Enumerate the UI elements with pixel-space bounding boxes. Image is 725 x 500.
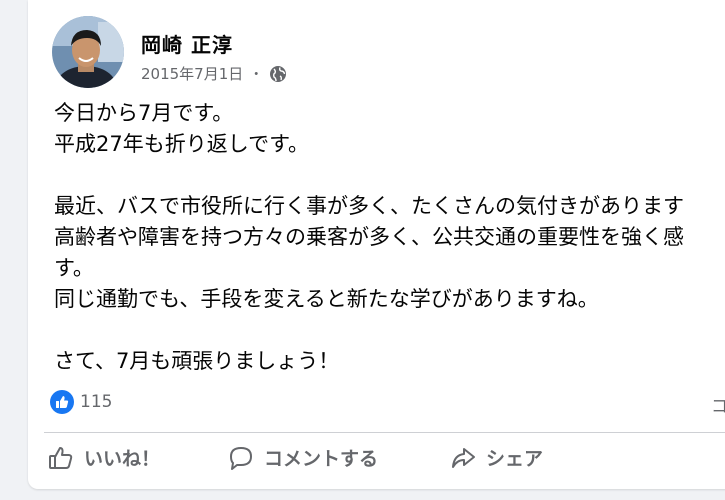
post-line: す。 — [54, 256, 94, 280]
author-avatar[interactable] — [52, 16, 124, 88]
post-date[interactable]: 2015年7月1日 — [141, 63, 243, 84]
reaction-summary[interactable]: 115 — [50, 390, 112, 414]
share-button[interactable]: シェア — [450, 444, 543, 471]
post-line: 平成27年も折り返しです。 — [54, 132, 309, 156]
comment-label: コメントする — [264, 448, 379, 470]
like-icon — [50, 390, 74, 414]
comment-button[interactable]: コメントする — [228, 444, 378, 471]
reaction-count: 115 — [80, 392, 113, 412]
post-body: 今日から7月です。 平成27年も折り返しです。 最近、バスで市役所に行く事が多く… — [54, 98, 725, 377]
divider — [44, 432, 725, 433]
post-line — [54, 315, 725, 346]
share-arrow-icon — [450, 445, 476, 471]
post-line: 今日から7月です。 — [54, 101, 234, 125]
post-line: 同じ通勤でも、手段を変えると新たな学びがありますね。 — [54, 287, 599, 311]
action-bar: いいね！ コメントする シェア — [28, 440, 725, 484]
share-label: シェア — [486, 448, 544, 470]
like-button[interactable]: いいね！ — [48, 444, 160, 471]
comments-count[interactable]: コ — [711, 392, 725, 417]
post-line: さて、7月も頑張りましょう！ — [54, 349, 340, 373]
author-name[interactable]: 岡崎 正淳 — [141, 29, 233, 58]
post-line: 高齢者や障害を持つ方々の乗客が多く、公共交通の重要性を強く感 — [54, 225, 684, 249]
speech-bubble-icon — [228, 445, 254, 471]
post-card: 岡崎 正淳 2015年7月1日 ・ 今日から7月です。 平成27年も折り返しです… — [28, 0, 725, 489]
globe-icon[interactable] — [269, 65, 287, 83]
meta-separator: ・ — [249, 66, 264, 83]
post-line: 最近、バスで市役所に行く事が多く、たくさんの気付きがあります — [54, 194, 684, 218]
thumbs-up-icon — [48, 445, 74, 471]
post-meta: 2015年7月1日 ・ — [141, 63, 287, 84]
like-label: いいね！ — [84, 448, 161, 470]
post-line — [54, 160, 725, 191]
